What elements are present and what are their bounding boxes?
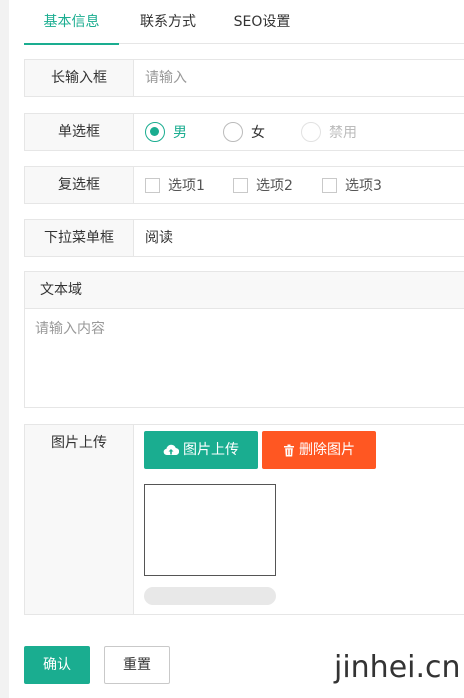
cloud-upload-icon <box>163 444 179 456</box>
radio-group: 男 女 禁用 <box>135 114 464 150</box>
checkbox-option-label: 选项1 <box>168 178 205 194</box>
upload-image-button-label: 图片上传 <box>183 442 239 458</box>
checkbox-icon <box>322 177 337 193</box>
long-input-row: 长输入框 <box>24 59 464 97</box>
upload-image-button[interactable]: 图片上传 <box>144 431 258 469</box>
textarea-block: 文本域 <box>24 271 464 408</box>
long-input-label: 长输入框 <box>25 60 134 96</box>
checkbox-icon <box>145 177 160 193</box>
checkbox-label: 复选框 <box>25 167 134 203</box>
delete-image-button-label: 删除图片 <box>299 442 355 458</box>
checkbox-group: 选项1 选项2 选项3 <box>135 167 464 203</box>
upload-progress-bar <box>144 587 276 605</box>
select-field[interactable]: 阅读 <box>135 220 464 256</box>
checkbox-row: 复选框 选项1 选项2 选项3 <box>24 166 464 204</box>
radio-option-label: 男 <box>173 125 187 141</box>
radio-option-male[interactable]: 男 <box>145 114 187 150</box>
upload-row: 图片上传 图片上传 删除图片 <box>24 424 464 615</box>
radio-row: 单选框 男 女 禁用 <box>24 113 464 151</box>
checkbox-option-label: 选项2 <box>256 178 293 194</box>
textarea-input[interactable] <box>25 310 464 407</box>
left-strip <box>0 0 9 698</box>
checkbox-option-3[interactable]: 选项3 <box>322 167 382 203</box>
checkbox-option-label: 选项3 <box>345 178 382 194</box>
radio-disabled-icon <box>301 122 321 142</box>
long-input-field-wrap <box>135 60 464 96</box>
upload-field: 图片上传 删除图片 <box>135 425 464 614</box>
radio-label: 单选框 <box>25 114 134 150</box>
radio-option-disabled: 禁用 <box>301 114 357 150</box>
delete-image-button[interactable]: 删除图片 <box>262 431 376 469</box>
image-preview <box>144 484 276 576</box>
upload-label: 图片上传 <box>25 425 134 614</box>
confirm-button[interactable]: 确认 <box>24 646 90 684</box>
reset-button[interactable]: 重置 <box>104 646 170 684</box>
checkbox-option-2[interactable]: 选项2 <box>233 167 293 203</box>
trash-icon <box>284 444 294 456</box>
confirm-button-label: 确认 <box>43 657 71 673</box>
select-label: 下拉菜单框 <box>25 220 134 256</box>
radio-option-female[interactable]: 女 <box>223 114 265 150</box>
select-row: 下拉菜单框 阅读 <box>24 219 464 257</box>
select-value[interactable]: 阅读 <box>145 220 173 256</box>
radio-checked-icon <box>145 122 165 142</box>
textarea-label: 文本域 <box>25 272 464 309</box>
checkbox-icon <box>233 177 248 193</box>
tab-basic-info[interactable]: 基本信息 <box>24 0 119 45</box>
tab-bar: 基本信息 联系方式 SEO设置 <box>24 0 464 45</box>
reset-button-label: 重置 <box>123 657 151 673</box>
tab-seo-settings[interactable]: SEO设置 <box>224 0 300 44</box>
long-input[interactable] <box>135 60 464 96</box>
radio-unchecked-icon <box>223 122 243 142</box>
radio-option-label: 女 <box>251 125 265 141</box>
tab-contact[interactable]: 联系方式 <box>130 0 206 44</box>
watermark: jinhei.cn <box>334 650 461 685</box>
radio-option-label: 禁用 <box>329 125 357 141</box>
checkbox-option-1[interactable]: 选项1 <box>145 167 205 203</box>
